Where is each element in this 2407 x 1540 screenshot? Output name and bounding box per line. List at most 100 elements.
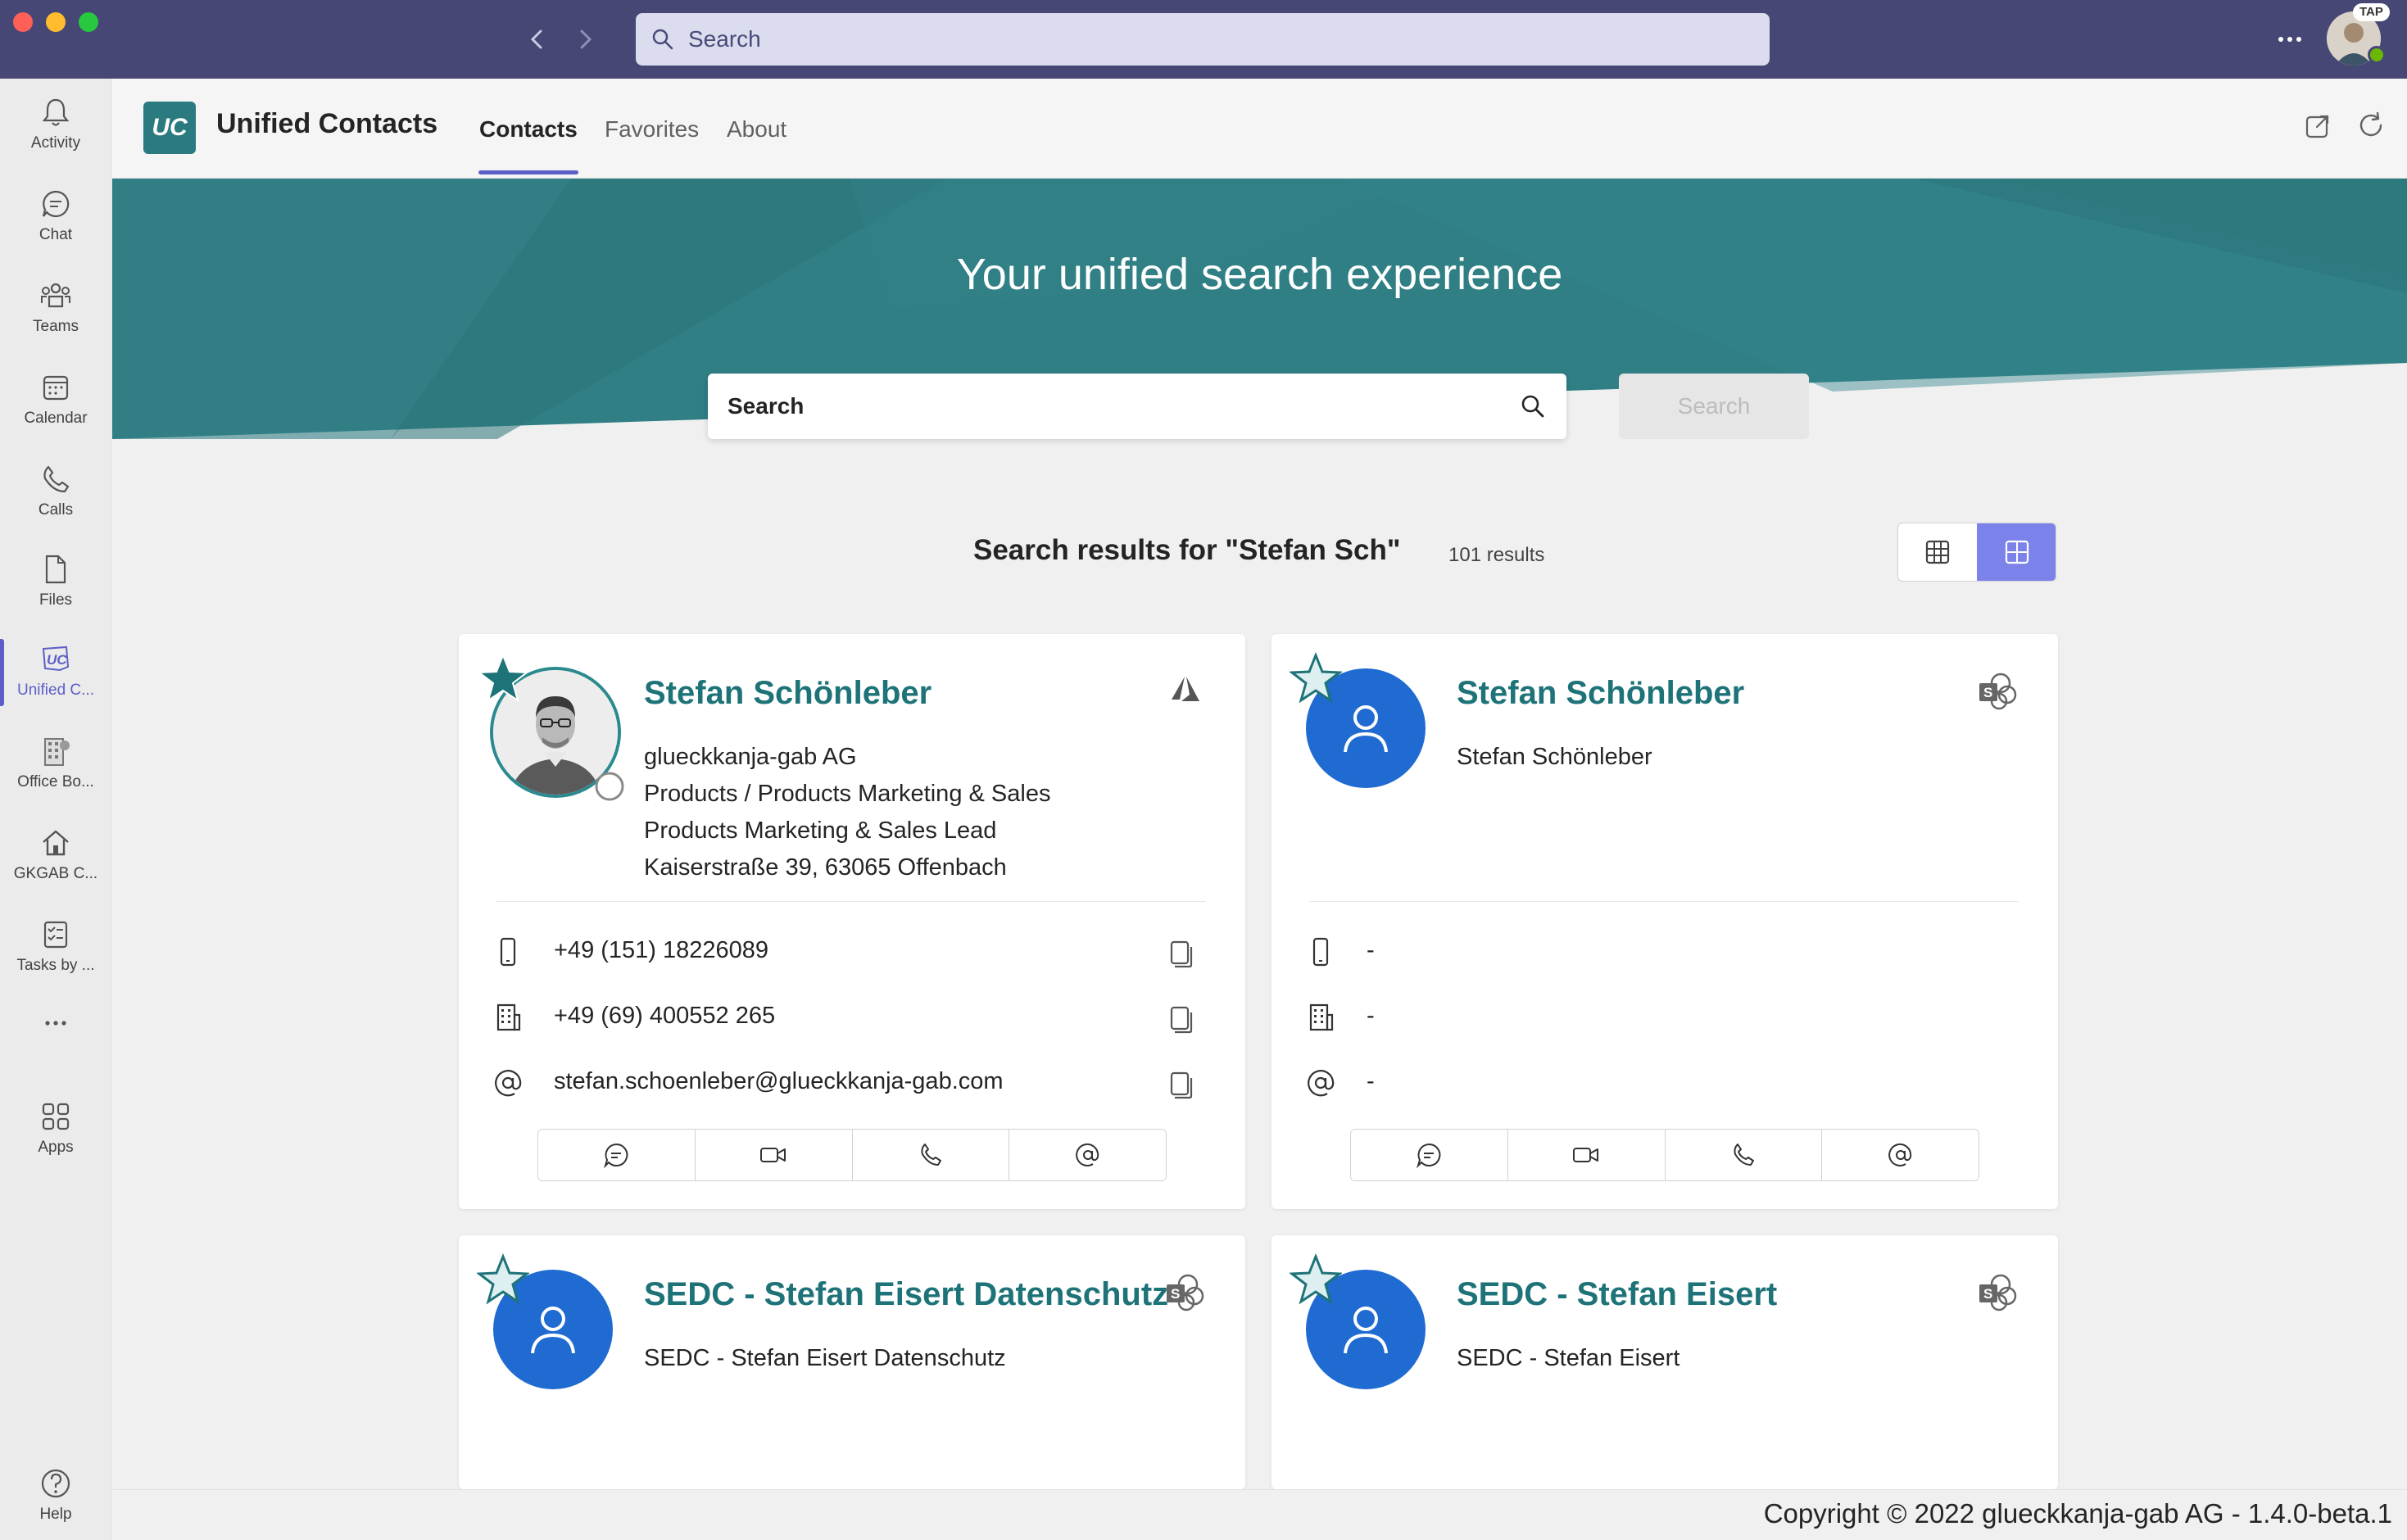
video-call-button[interactable] [695,1130,853,1180]
contact-actions [537,1129,1167,1181]
search-icon [652,29,673,50]
table-view-icon [1925,540,1950,564]
results-count: 101 results [1448,544,1545,566]
rail-item-calls[interactable]: Calls [0,451,111,532]
svg-text:UC: UC [47,652,67,668]
chat-button[interactable] [1351,1130,1508,1180]
rail-item-label: Teams [33,318,79,335]
svg-text:S: S [1983,685,1992,700]
contact-name[interactable]: Stefan Schönleber [644,675,932,712]
back-button[interactable] [521,23,554,56]
grid-view-button[interactable] [1977,523,2056,581]
tab-contacts[interactable]: Contacts [479,116,578,143]
refresh-button[interactable] [2355,110,2387,141]
list-view-button[interactable] [1898,523,1977,581]
more-options-button[interactable] [2269,25,2310,54]
mobile-phone-value[interactable]: +49 (151) 18226089 [554,937,768,964]
window-minimize-button[interactable] [46,12,66,32]
email-value: - [1367,1068,1375,1094]
video-call-button[interactable] [1507,1130,1666,1180]
rail-item-unified-contacts[interactable]: UC Unified C... [0,631,111,713]
azure-ad-icon [1172,677,1199,701]
favorite-star-outline-icon[interactable] [1290,652,1342,704]
sharepoint-icon: S [1979,1274,2017,1311]
call-button[interactable] [852,1130,1010,1180]
rail-more-apps-button[interactable] [0,999,111,1049]
apps-icon [42,1103,70,1130]
office-phone-value[interactable]: +49 (69) 400552 265 [554,1003,775,1030]
contact-name[interactable]: SEDC - Stefan Eisert [1457,1276,1777,1313]
rail-item-calendar[interactable]: Calendar [0,359,111,441]
favorite-star-filled-icon[interactable] [477,652,529,704]
email-button[interactable] [1009,1130,1166,1180]
contact-search-input[interactable] [728,393,1519,419]
rail-item-gkgab[interactable]: GKGAB C... [0,814,111,896]
unified-contacts-icon: UC [42,645,70,672]
chat-icon [604,1143,628,1169]
rail-item-files[interactable]: Files [0,541,111,623]
email-button[interactable] [1822,1130,1979,1180]
window-close-button[interactable] [13,12,33,32]
calendar-icon [43,375,69,401]
office-building-icon [44,738,70,766]
rail-item-activity[interactable]: Activity [0,84,111,165]
contact-card[interactable]: SEDC - Stefan Eisert Datenschutz S SEDC … [459,1235,1245,1489]
hero-title: Your unified search experience [956,250,1563,299]
contact-display-name: SEDC - Stefan Eisert [1457,1345,1680,1371]
tab-favorites[interactable]: Favorites [605,116,699,143]
email-value[interactable]: stefan.schoenleber@glueckkanja-gab.com [554,1068,1004,1095]
rail-item-help[interactable]: Help [0,1455,111,1537]
app-logo: UC [143,102,196,154]
forward-button[interactable] [569,23,601,56]
video-icon [1573,1148,1599,1162]
search-button[interactable]: Search [1619,374,1809,439]
rail-item-label: Unified C... [17,682,94,699]
favorite-star-outline-icon[interactable] [1290,1253,1342,1306]
search-icon[interactable] [1519,392,1547,420]
rail-item-office-booking[interactable]: Office Bo... [0,722,111,804]
copy-icon[interactable] [1165,937,1196,968]
call-button[interactable] [1665,1130,1823,1180]
contact-name[interactable]: Stefan Schönleber [1457,675,1744,712]
rail-item-chat[interactable]: Chat [0,175,111,257]
tasks-icon [43,921,68,949]
help-icon [41,1469,70,1498]
mobile-phone-value: - [1367,937,1375,963]
file-icon [45,555,66,584]
at-sign-icon [495,1070,522,1097]
chat-icon [1417,1143,1441,1169]
rail-item-tasks[interactable]: Tasks by ... [0,906,111,988]
rail-item-apps[interactable]: Apps [0,1088,111,1170]
footer: Copyright © 2022 glueckkanja-gab AG - 1.… [112,1489,2407,1540]
person-icon [1344,705,1388,753]
popout-button[interactable] [2303,111,2332,141]
presence-unknown-icon [595,772,624,801]
divider [496,901,1206,902]
contact-search-field[interactable] [708,374,1566,439]
svg-text:S: S [1171,1286,1180,1302]
email-row: stefan.schoenleber@glueckkanja-gab.com [492,1058,1213,1107]
contact-details: glueckkanja-gab AG Products / Products M… [644,739,1050,886]
tab-about[interactable]: About [727,116,786,143]
mobile-phone-icon [1312,937,1329,967]
chat-button[interactable] [538,1130,696,1180]
favorite-star-outline-icon[interactable] [477,1253,529,1306]
more-icon [2278,37,2301,42]
chat-icon [42,190,70,218]
app-rail: Activity Chat Teams Calendar Calls Files… [0,79,111,1540]
contact-card[interactable]: SEDC - Stefan Eisert S SEDC - Stefan Eis… [1271,1235,2058,1489]
contact-name[interactable]: SEDC - Stefan Eisert Datenschutz [644,1276,1168,1313]
copyright-text: Copyright © 2022 glueckkanja-gab AG - 1.… [1763,1498,2392,1529]
contact-card[interactable]: Stefan Schönleber S Stefan Schönleber - … [1271,634,2058,1209]
teams-search-input[interactable]: Search [636,13,1770,66]
window-maximize-button[interactable] [79,12,98,32]
copy-icon[interactable] [1165,1068,1196,1099]
chevron-left-icon [530,29,542,49]
contact-card[interactable]: Stefan Schönleber glueckkanja-gab AG Pro… [459,634,1245,1209]
video-icon [760,1148,786,1162]
window-titlebar: Search TAP [0,0,2407,79]
presence-available-icon [2368,46,2386,64]
rail-item-teams[interactable]: Teams [0,267,111,349]
copy-icon[interactable] [1165,1003,1196,1034]
chevron-right-icon [580,29,592,49]
